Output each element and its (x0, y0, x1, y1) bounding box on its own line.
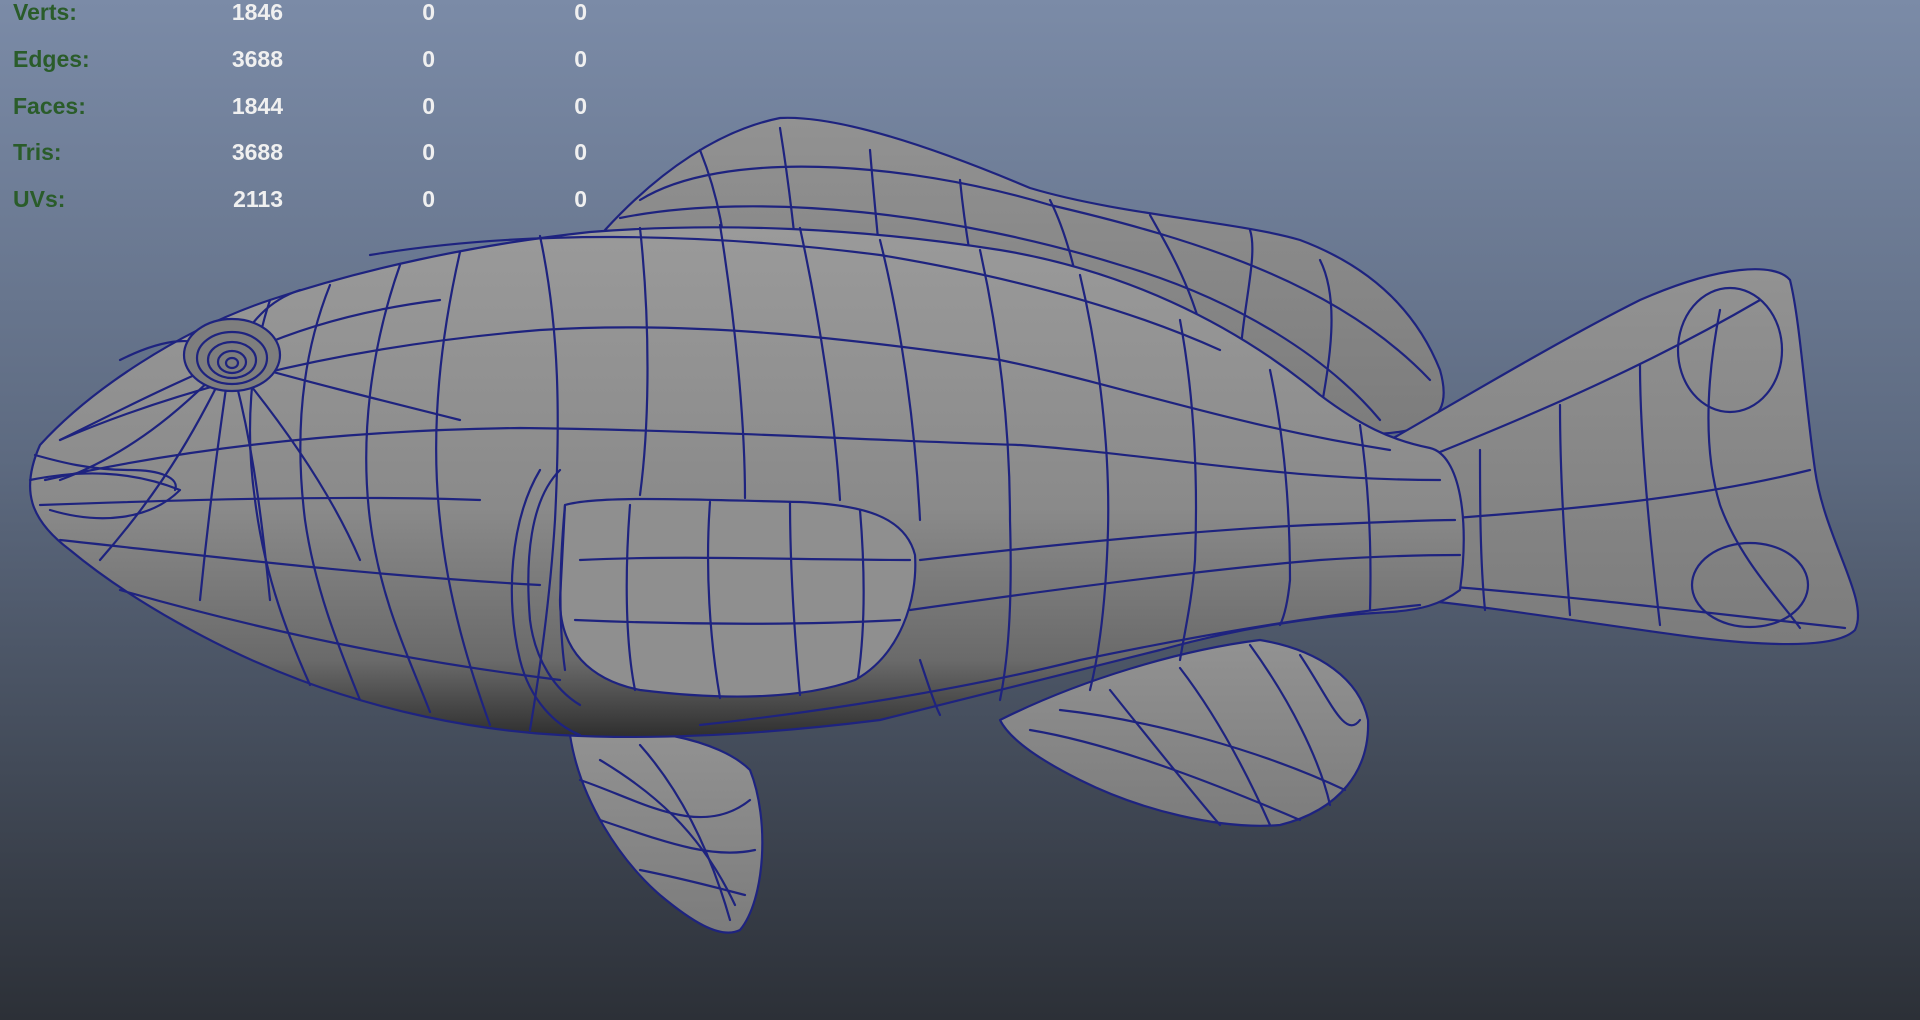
hud-triangles: 0 (574, 93, 587, 119)
hud-selected: 0 (422, 0, 435, 25)
poly-count-hud: Verts: 1846 0 0 Edges: 3688 0 0 Faces: 1… (0, 0, 620, 230)
hud-total: 3688 (231, 46, 283, 72)
hud-triangles: 0 (574, 186, 587, 212)
hud-row-uvs: UVs: 2113 0 0 (0, 184, 620, 214)
hud-triangles: 0 (574, 0, 587, 25)
hud-label: UVs: (13, 186, 66, 212)
hud-selected: 0 (422, 93, 435, 119)
hud-row-faces: Faces: 1844 0 0 (0, 91, 620, 121)
hud-row-tris: Tris: 3688 0 0 (0, 137, 620, 167)
hud-selected: 0 (422, 46, 435, 72)
viewport-panel[interactable]: Verts: 1846 0 0 Edges: 3688 0 0 Faces: 1… (0, 0, 1920, 1020)
hud-row-verts: Verts: 1846 0 0 (0, 0, 620, 27)
hud-selected: 0 (422, 186, 435, 212)
hud-label: Edges: (13, 46, 90, 72)
hud-label: Tris: (13, 139, 62, 165)
hud-triangles: 0 (574, 46, 587, 72)
hud-selected: 0 (422, 139, 435, 165)
hud-label: Verts: (13, 0, 77, 25)
hud-row-edges: Edges: 3688 0 0 (0, 44, 620, 74)
hud-total: 1846 (231, 0, 283, 25)
hud-triangles: 0 (574, 139, 587, 165)
fish-eye (182, 317, 282, 393)
hud-label: Faces: (13, 93, 86, 119)
hud-total: 2113 (233, 186, 283, 212)
hud-total: 3688 (231, 139, 283, 165)
hud-total: 1844 (231, 93, 283, 119)
